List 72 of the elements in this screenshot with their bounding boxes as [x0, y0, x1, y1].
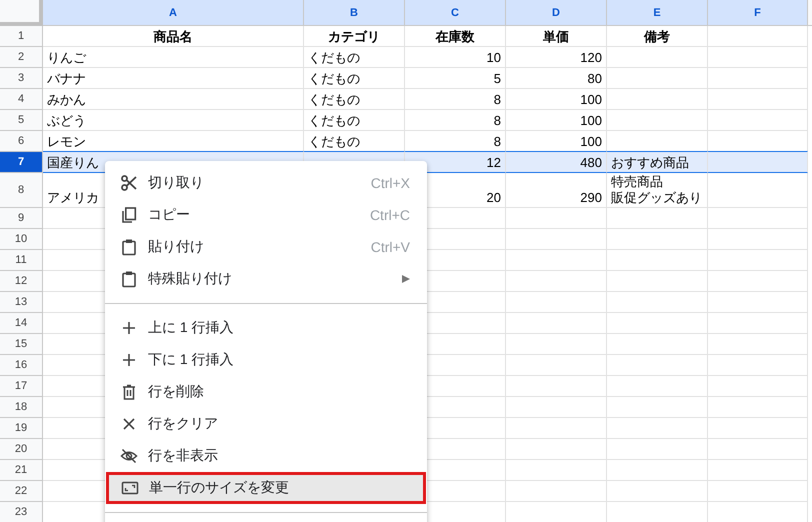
clipboard-icon [120, 270, 138, 288]
menu-item[interactable]: 下に 1 行挿入 [105, 344, 427, 376]
table-cell: 100 [506, 89, 607, 110]
table-cell: 480 [506, 151, 607, 173]
row-header[interactable]: 8 [0, 173, 43, 208]
row-header[interactable]: 5 [0, 110, 43, 131]
table-cell: 特売商品 販促グッズあり [607, 173, 708, 208]
menu-item[interactable]: 行を削除 [105, 376, 427, 408]
table-cell: 単価 [506, 26, 607, 47]
row-header[interactable]: 1 [0, 26, 43, 47]
menu-item[interactable]: 行を非表示 [105, 440, 427, 472]
row-header[interactable]: 11 [0, 250, 43, 271]
clipboard-icon [120, 238, 138, 256]
column-header[interactable]: B [304, 0, 405, 26]
row-header[interactable]: 12 [0, 271, 43, 292]
eye-slash-icon [120, 447, 138, 465]
row-header[interactable]: 10 [0, 229, 43, 250]
table-cell: 商品名 [43, 26, 304, 47]
trash-icon [120, 383, 138, 401]
row-header[interactable]: 16 [0, 355, 43, 376]
column-header[interactable]: F [708, 0, 808, 26]
scissors-icon [120, 174, 138, 192]
table-cell: りんご [43, 47, 304, 68]
plus-icon [120, 319, 138, 337]
table-cell: くだもの [304, 47, 405, 68]
column-header[interactable]: A [43, 0, 304, 26]
column-header[interactable]: C [405, 0, 506, 26]
table-cell: おすすめ商品 [607, 151, 708, 173]
plus-icon [120, 351, 138, 369]
row-header[interactable]: 7 [0, 152, 43, 173]
row-header[interactable]: 3 [0, 68, 43, 89]
row-header[interactable]: 19 [0, 418, 43, 439]
table-cell: 120 [506, 47, 607, 68]
table-cell: 100 [506, 110, 607, 131]
row-header[interactable]: 6 [0, 131, 43, 152]
table-cell: 在庫数 [405, 26, 506, 47]
menu-item[interactable]: 行をクリア [105, 408, 427, 440]
table-cell: 10 [405, 47, 506, 68]
select-all-corner[interactable] [0, 0, 43, 26]
column-header[interactable]: D [506, 0, 607, 26]
table-cell: くだもの [304, 89, 405, 110]
row-header[interactable]: 14 [0, 313, 43, 334]
table-cell: みかん [43, 89, 304, 110]
table-cell: ぶどう [43, 110, 304, 131]
row-header[interactable]: 13 [0, 292, 43, 313]
table-cell: 8 [405, 89, 506, 110]
table-cell: くだもの [304, 110, 405, 131]
row-header[interactable]: 21 [0, 460, 43, 481]
row-header[interactable]: 23 [0, 502, 43, 522]
menu-item[interactable]: 単一行のサイズを変更 [106, 472, 426, 504]
menu-item[interactable]: 上に 1 行挿入 [105, 312, 427, 344]
row-header[interactable]: 4 [0, 89, 43, 110]
row-header[interactable]: 22 [0, 481, 43, 502]
table-cell: くだもの [304, 68, 405, 89]
table-cell: 5 [405, 68, 506, 89]
table-cell: 8 [405, 110, 506, 131]
copy-icon [120, 206, 138, 224]
row-header[interactable]: 9 [0, 208, 43, 229]
table-cell: カテゴリ [304, 26, 405, 47]
row-header[interactable]: 20 [0, 439, 43, 460]
table-cell: バナナ [43, 68, 304, 89]
menu-item[interactable]: 貼り付け Ctrl+V [105, 231, 427, 263]
row-header[interactable]: 2 [0, 47, 43, 68]
row-header[interactable]: 17 [0, 376, 43, 397]
table-cell: 備考 [607, 26, 708, 47]
row-header[interactable]: 15 [0, 334, 43, 355]
resize-icon [121, 479, 139, 497]
row-header[interactable]: 18 [0, 397, 43, 418]
table-cell: 290 [506, 173, 607, 208]
menu-item[interactable]: 特殊貼り付け [105, 263, 427, 295]
column-header[interactable]: E [607, 0, 708, 26]
table-cell: 80 [506, 68, 607, 89]
